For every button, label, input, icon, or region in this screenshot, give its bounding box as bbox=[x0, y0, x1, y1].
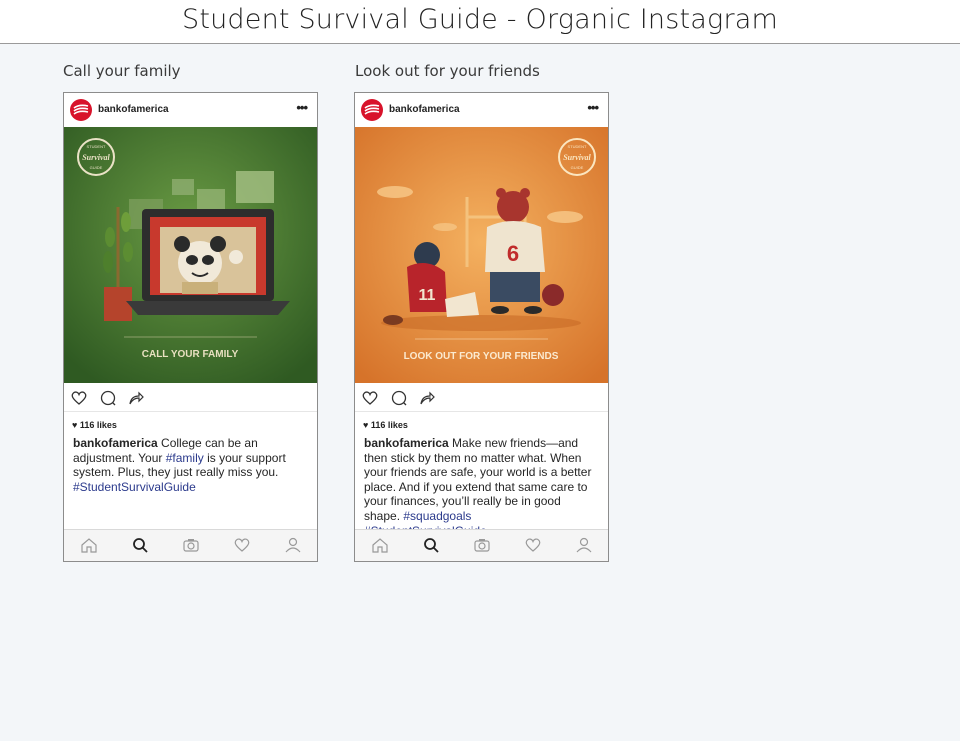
likes-count: ♥ 116 likes bbox=[72, 420, 117, 430]
page-title: Student Survival Guide - Organic Instagr… bbox=[182, 4, 778, 35]
caption-username[interactable]: bankofamerica bbox=[364, 436, 449, 450]
likes-text: 116 likes bbox=[79, 420, 117, 430]
heart-icon[interactable] bbox=[70, 389, 88, 407]
post-actions bbox=[64, 385, 317, 412]
brand-logo-avatar[interactable] bbox=[361, 99, 383, 121]
camera-icon[interactable] bbox=[473, 536, 491, 554]
jersey-number-6: 6 bbox=[507, 241, 519, 266]
jersey-number-11: 11 bbox=[419, 287, 436, 304]
heart-icon[interactable] bbox=[524, 536, 542, 554]
top-bar: Student Survival Guide - Organic Instagr… bbox=[0, 0, 960, 44]
badge-text-top: STUDENT bbox=[568, 144, 587, 149]
post-caption: bankofamerica Make new friends—and then … bbox=[364, 436, 596, 538]
post-heading-family: Call your family bbox=[63, 62, 181, 80]
badge-text-main: Survival bbox=[82, 153, 110, 162]
badge-text-main: Survival bbox=[563, 153, 591, 162]
hashtag-link[interactable]: #squadgoals bbox=[403, 509, 471, 523]
search-icon[interactable] bbox=[131, 536, 149, 554]
instagram-post-family: bankofamerica ••• STUDENT Survival GUIDE… bbox=[63, 92, 318, 562]
post-image-friends: 11 6 STUDENT Survival GUIDE LOOK OUT FOR… bbox=[355, 127, 608, 383]
bottom-nav bbox=[64, 529, 317, 561]
share-icon[interactable] bbox=[127, 389, 145, 407]
small-heart-icon: ♥ bbox=[72, 420, 80, 430]
search-icon[interactable] bbox=[422, 536, 440, 554]
instagram-post-friends: bankofamerica ••• 11 6 STUDENT Survival … bbox=[354, 92, 609, 562]
comment-icon[interactable] bbox=[99, 389, 117, 407]
post-username[interactable]: bankofamerica bbox=[389, 104, 460, 115]
home-icon[interactable] bbox=[80, 536, 98, 554]
heart-icon[interactable] bbox=[233, 536, 251, 554]
caption-username[interactable]: bankofamerica bbox=[73, 436, 158, 450]
likes-text: 116 likes bbox=[370, 420, 408, 430]
more-options-icon[interactable]: ••• bbox=[587, 100, 599, 115]
flag-logo-icon bbox=[73, 104, 89, 115]
hashtag-link[interactable]: #family bbox=[166, 451, 204, 465]
flag-logo-icon bbox=[364, 104, 380, 115]
likes-count: ♥ 116 likes bbox=[363, 420, 408, 430]
small-heart-icon: ♥ bbox=[363, 420, 371, 430]
post-header: bankofamerica ••• bbox=[64, 93, 317, 127]
camera-icon[interactable] bbox=[182, 536, 200, 554]
badge-text-bottom: GUIDE bbox=[571, 165, 584, 170]
post-heading-friends: Look out for your friends bbox=[355, 62, 540, 80]
badge-text-bottom: GUIDE bbox=[90, 165, 103, 170]
image-caption-text: LOOK OUT FOR YOUR FRIENDS bbox=[404, 351, 559, 362]
image-caption-text: CALL YOUR FAMILY bbox=[142, 349, 239, 360]
hashtag-link[interactable]: #StudentSurvivalGuide bbox=[73, 480, 196, 494]
post-header: bankofamerica ••• bbox=[355, 93, 608, 127]
share-icon[interactable] bbox=[418, 389, 436, 407]
comment-icon[interactable] bbox=[390, 389, 408, 407]
home-icon[interactable] bbox=[371, 536, 389, 554]
profile-icon[interactable] bbox=[284, 536, 302, 554]
post-image-call-family: STUDENT Survival GUIDE CALL YOUR FAMILY bbox=[64, 127, 317, 383]
badge-text-top: STUDENT bbox=[87, 144, 106, 149]
brand-logo-avatar[interactable] bbox=[70, 99, 92, 121]
post-caption: bankofamerica College can be an adjustme… bbox=[73, 436, 305, 494]
post-username[interactable]: bankofamerica bbox=[98, 104, 169, 115]
bottom-nav bbox=[355, 529, 608, 561]
profile-icon[interactable] bbox=[575, 536, 593, 554]
more-options-icon[interactable]: ••• bbox=[296, 100, 308, 115]
post-actions bbox=[355, 385, 608, 412]
heart-icon[interactable] bbox=[361, 389, 379, 407]
